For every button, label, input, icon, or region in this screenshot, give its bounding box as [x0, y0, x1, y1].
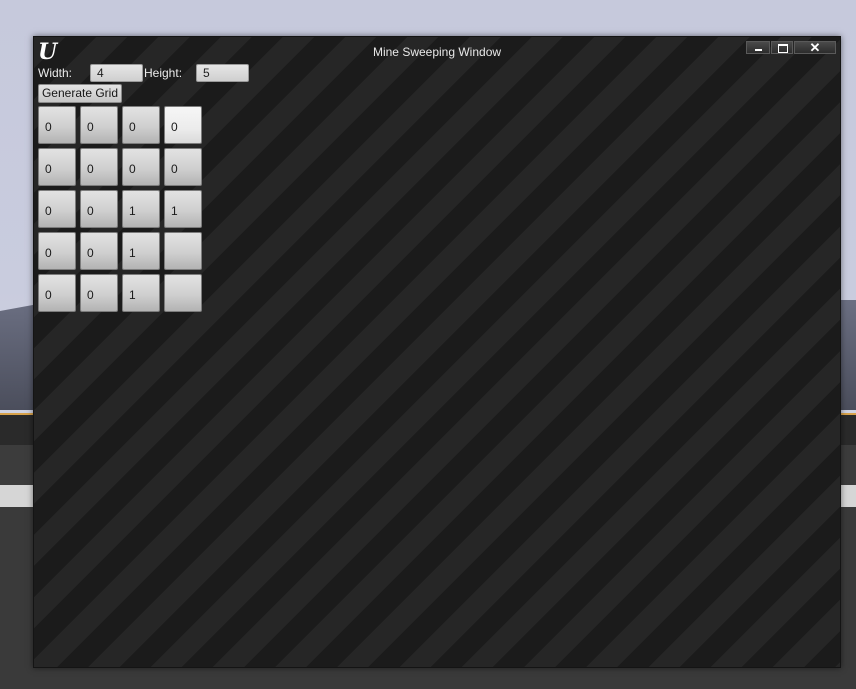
grid-cell[interactable]: 0: [38, 190, 76, 228]
minimize-button[interactable]: [746, 41, 770, 54]
grid-cell[interactable]: 0: [164, 148, 202, 186]
width-label: Width:: [38, 66, 73, 80]
grid-cell[interactable]: 1: [122, 274, 160, 312]
grid-cell[interactable]: [164, 232, 202, 270]
grid-cell[interactable]: 0: [80, 148, 118, 186]
maximize-icon: [778, 44, 788, 53]
window-titlebar[interactable]: U Mine Sweeping Window ✕: [34, 37, 840, 63]
grid-cell[interactable]: 0: [80, 274, 118, 312]
maximize-button[interactable]: [771, 41, 793, 54]
grid-cell[interactable]: 0: [122, 106, 160, 144]
grid-cell[interactable]: 0: [38, 232, 76, 270]
generate-grid-button[interactable]: Generate Grid: [38, 84, 122, 103]
minimize-icon: [755, 49, 762, 51]
grid-cell[interactable]: 1: [122, 190, 160, 228]
grid-cell[interactable]: 0: [80, 106, 118, 144]
height-input[interactable]: [196, 64, 249, 82]
grid-cell[interactable]: 0: [38, 274, 76, 312]
window-title: Mine Sweeping Window: [372, 45, 502, 59]
grid-cell[interactable]: 0: [38, 106, 76, 144]
grid-cell[interactable]: 0: [38, 148, 76, 186]
mine-sweeping-window: U Mine Sweeping Window ✕ Width: Height: …: [33, 36, 841, 668]
grid-cell[interactable]: 1: [164, 190, 202, 228]
grid-cell[interactable]: 0: [122, 148, 160, 186]
height-label: Height:: [144, 66, 183, 80]
mine-grid: 000000000011001001: [38, 106, 202, 312]
grid-cell[interactable]: 1: [122, 232, 160, 270]
close-button[interactable]: ✕: [794, 40, 836, 55]
grid-cell[interactable]: [164, 274, 202, 312]
close-icon: ✕: [809, 40, 821, 55]
grid-cell[interactable]: 0: [164, 106, 202, 144]
grid-cell[interactable]: 0: [80, 232, 118, 270]
width-input[interactable]: [90, 64, 143, 82]
grid-cell[interactable]: 0: [80, 190, 118, 228]
